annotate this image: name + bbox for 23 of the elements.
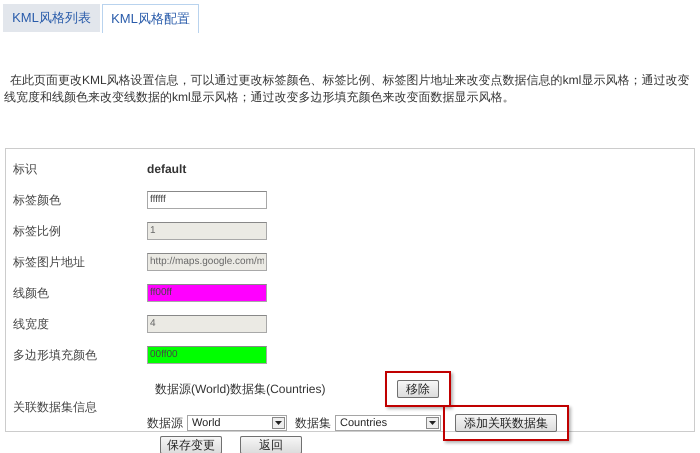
remove-button[interactable]: 移除 xyxy=(397,380,439,398)
tab[interactable]: KML风格配置 xyxy=(102,4,199,33)
field-label: 标签比例 xyxy=(13,222,62,240)
field-value: default xyxy=(147,160,186,178)
field-label: 标签颜色 xyxy=(13,192,62,208)
field-label: 关联数据集信息 xyxy=(13,399,98,416)
tab[interactable]: KML风格列表 xyxy=(3,4,100,32)
input-field[interactable]: 00ff00 xyxy=(147,346,267,364)
form-button[interactable]: 保存变更 xyxy=(160,436,222,453)
source-select[interactable]: World xyxy=(187,415,287,431)
description-text: 在此页面更改KML风格设置信息，可以通过更改标签颜色、标签比例、标签图片地址来改变点数据信息的kml显示风格；通过改变线宽度和线颜色来改变线数据的kml显示风格；通过改变多边形填充颜色来改变面数据显示风格。 xyxy=(3,72,690,106)
add-dataset-button[interactable]: 添加关联数据集 xyxy=(455,414,557,432)
field-label: 标识 xyxy=(13,160,38,178)
field-label: 标签图片地址 xyxy=(13,254,86,270)
field-label: 线颜色 xyxy=(13,284,50,302)
field-label: 线宽度 xyxy=(13,316,50,332)
input-field[interactable]: ffffff xyxy=(147,190,267,208)
dataset-label: 数据集 xyxy=(295,415,331,432)
source-label: 数据源 xyxy=(147,415,183,432)
field-label: 多边形填充颜色 xyxy=(13,346,98,364)
dataset-select[interactable]: Countries xyxy=(335,415,441,431)
linked-dataset-text: 数据源(World)数据集(Countries) xyxy=(155,381,326,398)
form-button[interactable]: 返回 xyxy=(240,436,302,453)
